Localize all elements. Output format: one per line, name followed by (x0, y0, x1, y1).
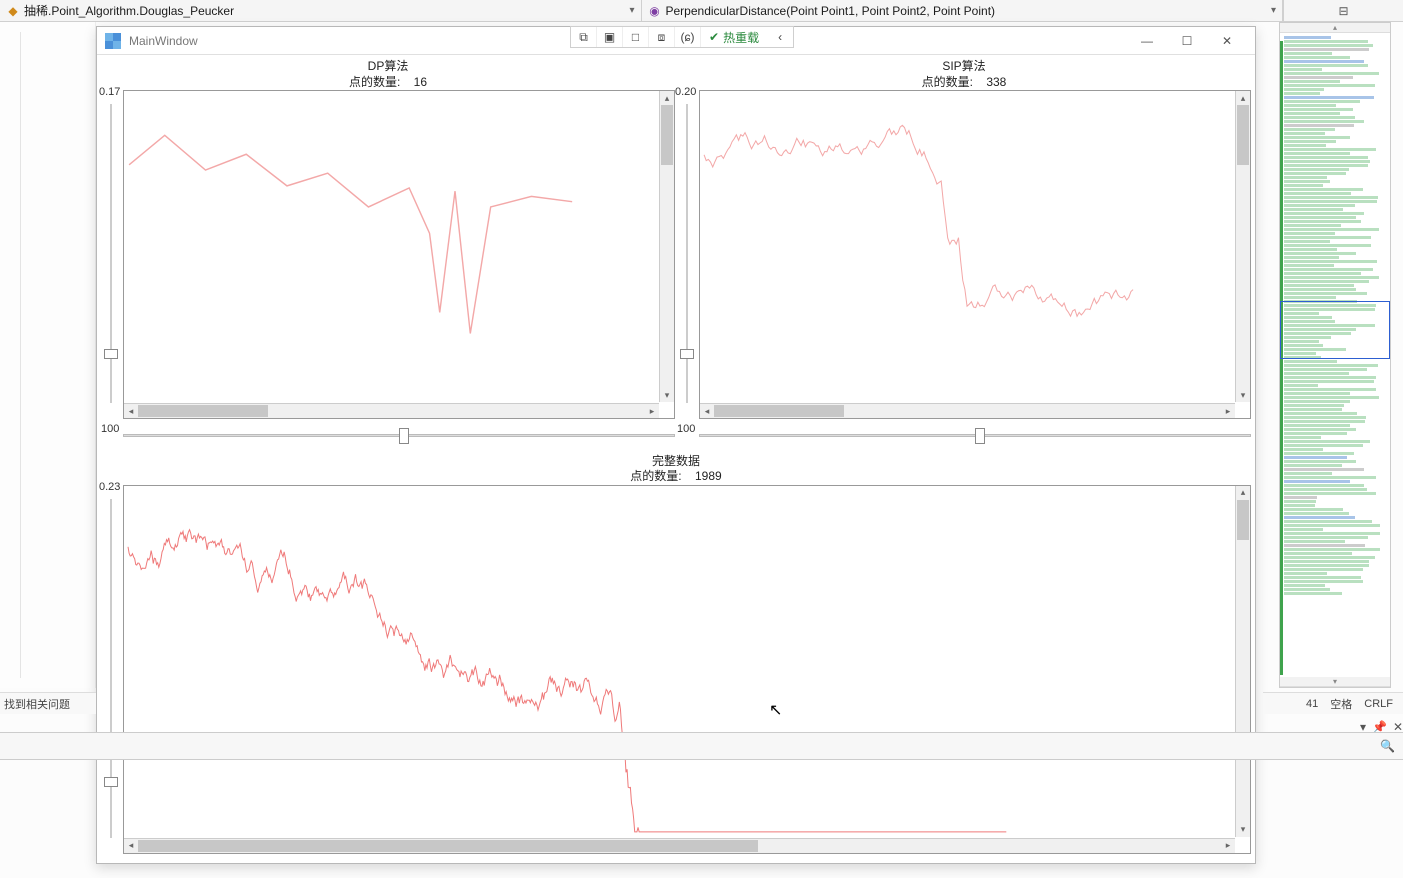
chart-sip-title: SIP算法 (677, 59, 1251, 75)
chart-full-hscroll[interactable]: ◂ ▸ (124, 838, 1235, 853)
chart-full: 完整数据 点的数量: 1989 0.23 (101, 454, 1251, 854)
debug-btn-1[interactable]: ⧉ (571, 27, 597, 47)
chart-dp-x-slider[interactable] (123, 426, 675, 446)
method-icon: ◉ (648, 4, 662, 18)
chart-full-ytop: 0.23 (99, 481, 120, 493)
debug-btn-3[interactable]: □ (623, 27, 649, 47)
slider-row (101, 426, 1251, 446)
minimize-button[interactable]: — (1127, 29, 1167, 53)
chart-dp-vscroll[interactable]: ▴ ▾ (659, 91, 674, 402)
chart-full-count-label: 点的数量: (630, 469, 681, 483)
breadcrumb-method[interactable]: ◉ PerpendicularDistance(Point Point1, Po… (642, 0, 1284, 21)
status-crlf[interactable]: CRLF (1364, 698, 1393, 710)
chart-dp-plot[interactable]: ▴ ▾ ◂ ▸ (123, 90, 675, 419)
chart-full-y-slider[interactable] (101, 499, 121, 838)
chart-full-heading: 完整数据 点的数量: 1989 (101, 454, 1251, 485)
search-bar-left[interactable]: 🔍 (0, 732, 1403, 760)
minimap-viewport[interactable] (1280, 301, 1390, 359)
debug-toolbar: ⧉ ▣ □ ⧈ (ɕ) ✔ 热重载 ‹ (570, 26, 794, 48)
code-minimap[interactable]: ▴ ▾ (1279, 22, 1391, 688)
search-bar-right[interactable]: 🔍 (1263, 732, 1403, 760)
chart-sip-x-slider[interactable] (699, 426, 1251, 446)
chart-dp-y-slider[interactable] (101, 104, 121, 403)
chart-sip-count-label: 点的数量: (922, 75, 973, 89)
chart-full-plot[interactable]: ▴ ▾ ◂ ▸ (123, 485, 1251, 854)
chart-sip-ytop: 0.20 (675, 86, 696, 98)
chevron-down-icon[interactable]: ▾ (629, 5, 634, 16)
chart-dp-xleft: 100 (101, 423, 119, 435)
split-icon: ⊟ (1338, 4, 1348, 18)
search-icon[interactable]: 🔍 (1380, 739, 1395, 753)
chart-sip-xleft: 100 (677, 423, 695, 435)
chart-sip-heading: SIP算法 点的数量: 338 (677, 59, 1251, 90)
hot-reload-label: 热重载 (723, 29, 759, 46)
debug-btn-5[interactable]: (ɕ) (675, 27, 701, 47)
debug-btn-4[interactable]: ⧈ (649, 27, 675, 47)
status-bar: 41 空格 CRLF (1263, 692, 1403, 714)
chart-dp-heading: DP算法 点的数量: 16 (101, 59, 675, 90)
editor-left-gutter (0, 22, 96, 688)
check-icon: ✔ (709, 30, 719, 44)
hot-reload-button[interactable]: ✔ 热重载 (701, 29, 767, 46)
breadcrumb-class-label: 抽稀.Point_Algorithm.Douglas_Peucker (24, 2, 234, 19)
close-button[interactable]: ✕ (1207, 29, 1247, 53)
chart-sip-y-slider[interactable] (677, 104, 697, 403)
chart-dp-title: DP算法 (101, 59, 675, 75)
chart-sip-count: 338 (986, 75, 1006, 89)
breadcrumb-method-label: PerpendicularDistance(Point Point1, Poin… (666, 4, 996, 18)
problems-label[interactable]: 找到相关问题 (0, 692, 96, 714)
chart-dp-hscroll[interactable]: ◂ ▸ (124, 403, 659, 418)
breadcrumb-bar: ◆ 抽稀.Point_Algorithm.Douglas_Peucker ▾ ◉… (0, 0, 1403, 22)
chart-sip-plot[interactable]: ▴ ▾ ◂ ▸ (699, 90, 1251, 419)
app-icon (105, 33, 121, 49)
chart-sip-vscroll[interactable]: ▴ ▾ (1235, 91, 1250, 402)
chart-sip-hscroll[interactable]: ◂ ▸ (700, 403, 1235, 418)
status-col: 41 (1306, 698, 1318, 710)
minimap-collapse-top[interactable]: ▴ (1280, 23, 1390, 33)
chevron-down-icon[interactable]: ▾ (1271, 5, 1276, 16)
chart-full-title: 完整数据 (101, 454, 1251, 470)
chart-dp: DP算法 点的数量: 16 0.17 100 (101, 59, 675, 419)
class-icon: ◆ (6, 4, 20, 18)
chart-dp-count: 16 (414, 75, 427, 89)
chart-sip: SIP算法 点的数量: 338 0.20 100 (677, 59, 1251, 419)
chart-full-vscroll[interactable]: ▴ ▾ (1235, 486, 1250, 837)
chart-full-count: 1989 (695, 469, 722, 483)
chart-dp-ytop: 0.17 (99, 86, 120, 98)
debug-btn-2[interactable]: ▣ (597, 27, 623, 47)
minimap-collapse-bottom[interactable]: ▾ (1280, 677, 1390, 687)
maximize-button[interactable]: ☐ (1167, 29, 1207, 53)
chart-dp-count-label: 点的数量: (349, 75, 400, 89)
debug-prev-button[interactable]: ‹ (767, 27, 793, 47)
split-indicator[interactable]: ⊟ (1283, 0, 1403, 21)
breadcrumb-class[interactable]: ◆ 抽稀.Point_Algorithm.Douglas_Peucker ▾ (0, 0, 642, 21)
window-title: MainWindow (129, 34, 198, 48)
status-spaces[interactable]: 空格 (1330, 696, 1352, 712)
